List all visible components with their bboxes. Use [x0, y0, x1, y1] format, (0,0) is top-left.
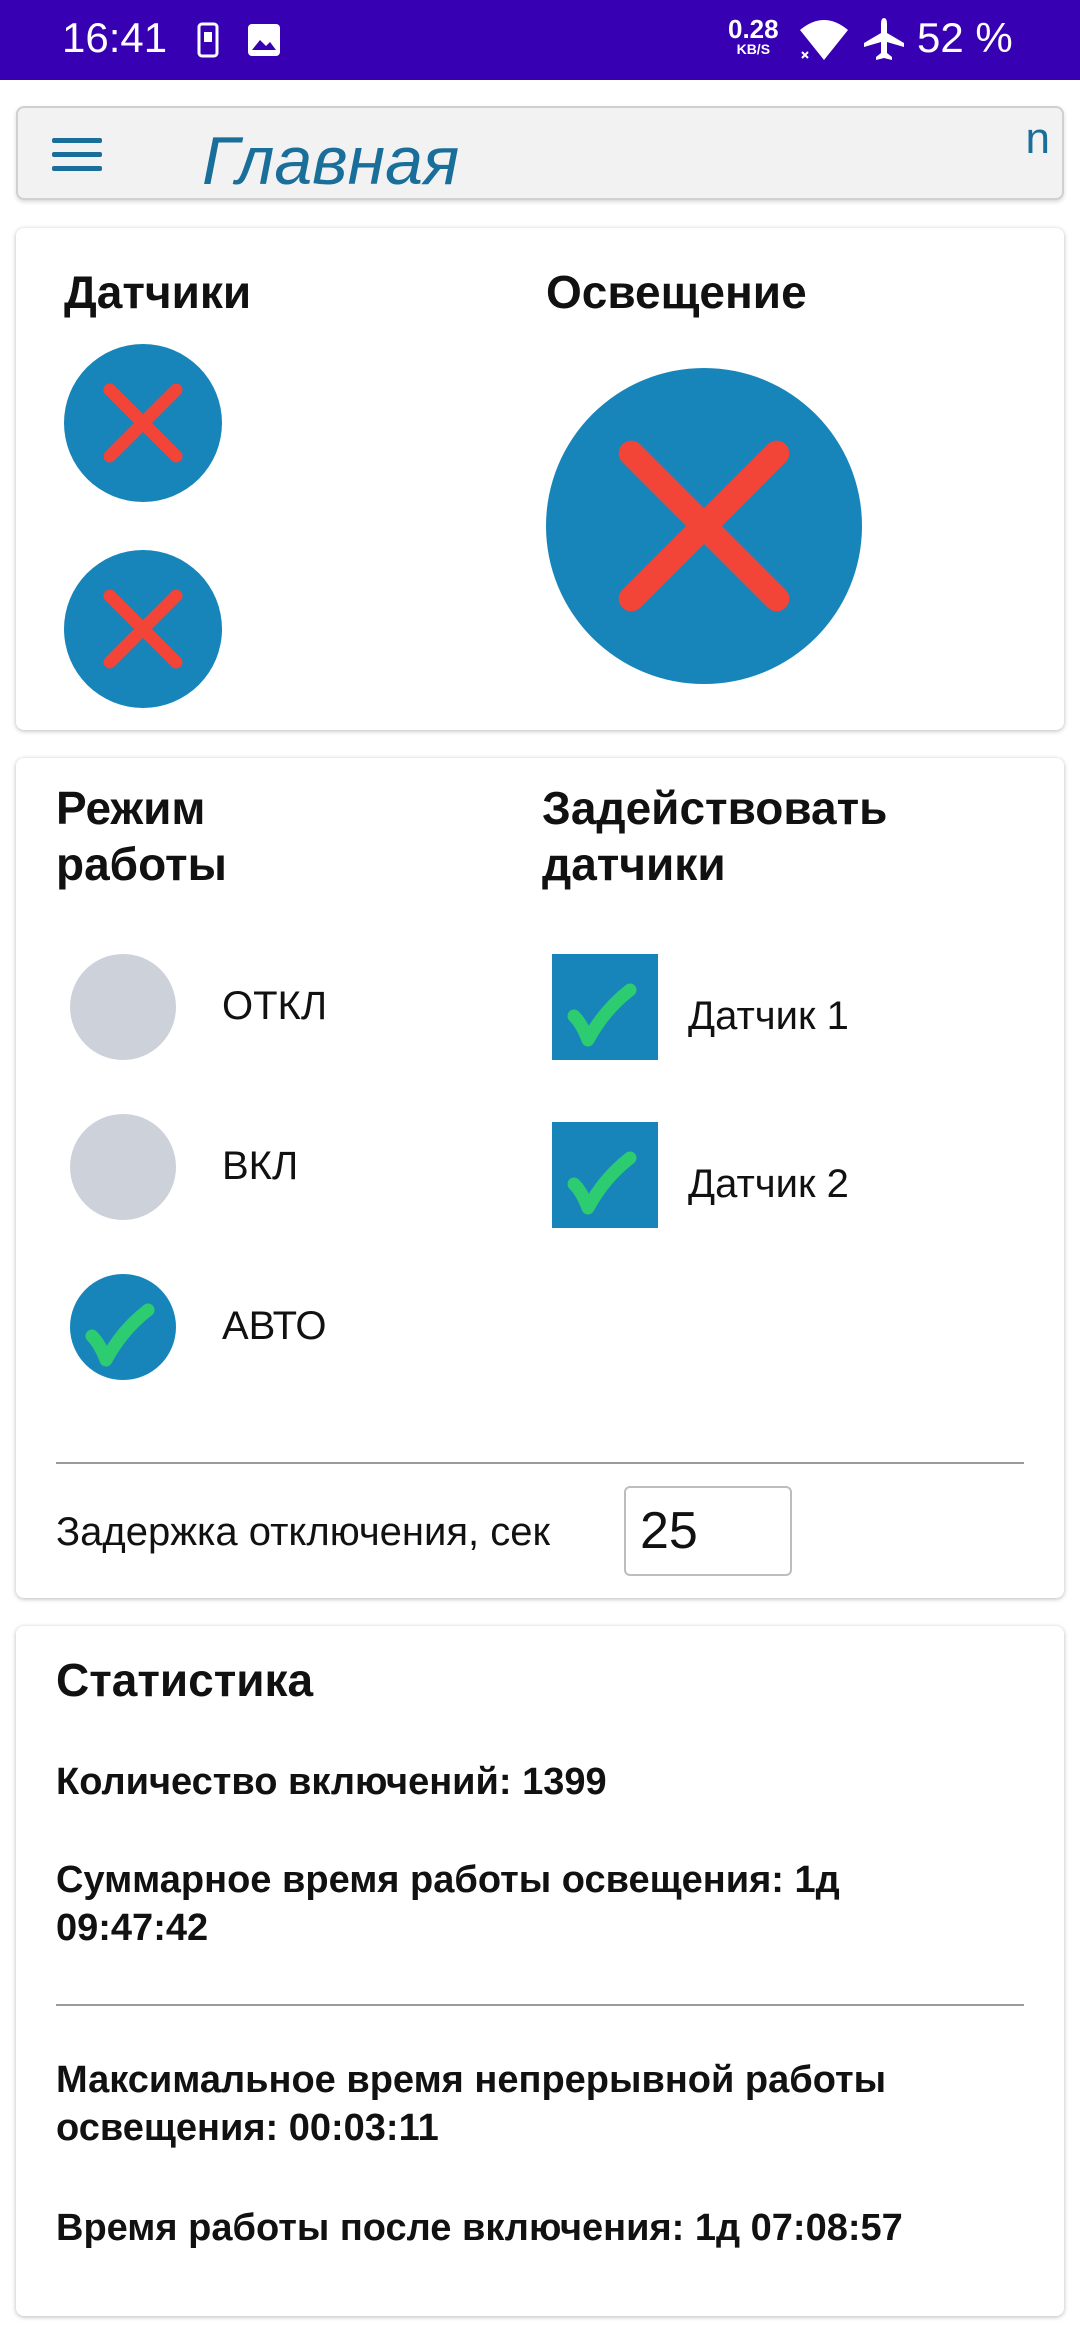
mode-title-line2: работы — [56, 838, 227, 890]
sensor-2-indicator — [64, 550, 222, 708]
lighting-indicator — [546, 368, 862, 684]
mode-title: Режим работы — [56, 780, 227, 892]
delay-input[interactable] — [624, 1486, 792, 1576]
checkmark-icon — [85, 1303, 155, 1367]
battery-percent: 52 % — [917, 14, 1013, 61]
app-bar: Главная n — [16, 106, 1064, 200]
network-speed-value: 0.28 — [728, 14, 779, 44]
sensor-2-label: Датчик 2 — [688, 1162, 849, 1206]
lighting-title: Освещение — [546, 266, 807, 318]
sensor-2-checkbox[interactable] — [552, 1122, 658, 1228]
checkmark-icon — [567, 983, 637, 1047]
phone-vibrate-icon — [196, 22, 220, 63]
wifi-icon — [798, 18, 850, 67]
delay-label: Задержка отключения, сек — [56, 1510, 550, 1554]
cross-icon — [103, 383, 183, 463]
status-bar: 16:41 0.28 KB/S 52 % — [0, 0, 1080, 80]
app-bar-corner-text: n — [1025, 114, 1050, 163]
sensors-title: Датчики — [64, 266, 252, 318]
radio-button[interactable] — [70, 954, 176, 1060]
uptime: Время работы после включения: 1д 07:08:5… — [56, 2207, 903, 2249]
status-time: 16:41 — [62, 14, 168, 61]
radio-button-checked[interactable] — [70, 1274, 176, 1380]
total-lighting-time-line1: Суммарное время работы освещения: 1д — [56, 1859, 840, 1901]
radio-button[interactable] — [70, 1114, 176, 1220]
sensor-1-indicator — [64, 344, 222, 502]
max-continuous-time-line2: освещения: 00:03:11 — [56, 2107, 439, 2149]
cross-icon — [103, 589, 183, 669]
hamburger-menu-icon[interactable] — [52, 138, 102, 174]
sensor-1-checkbox[interactable] — [552, 954, 658, 1060]
radio-label: АВТО — [222, 1304, 327, 1348]
max-continuous-time-line1: Максимальное время непрерывной работы — [56, 2059, 887, 2101]
radio-label: ВКЛ — [222, 1144, 299, 1188]
page-title: Главная — [202, 123, 460, 199]
network-speed-unit: KB/S — [736, 41, 771, 57]
image-icon — [246, 22, 282, 63]
checkmark-icon — [567, 1151, 637, 1215]
indicators-card: Датчики Освещение — [16, 228, 1064, 730]
statistics-title: Статистика — [56, 1654, 314, 1706]
network-speed: 0.28 KB/S — [728, 16, 779, 56]
sensor-1-label: Датчик 1 — [688, 994, 849, 1038]
total-lighting-time: Суммарное время работы освещения: 1д 09:… — [56, 1856, 1036, 1952]
sensors-use-title-line1: Задействовать — [542, 782, 888, 834]
sensors-use-title: Задействовать датчики — [542, 780, 887, 892]
divider — [56, 2004, 1024, 2006]
max-continuous-time: Максимальное время непрерывной работы ос… — [56, 2056, 1036, 2152]
airplane-mode-icon — [862, 16, 906, 67]
statistics-card: Статистика Количество включений: 1399 Су… — [16, 1626, 1064, 2316]
sensors-use-title-line2: датчики — [542, 838, 726, 890]
cross-icon — [618, 440, 790, 612]
switch-on-count: Количество включений: 1399 — [56, 1761, 607, 1803]
mode-title-line1: Режим — [56, 782, 206, 834]
radio-label: ОТКЛ — [222, 984, 328, 1028]
total-lighting-time-line2: 09:47:42 — [56, 1907, 209, 1949]
settings-card: Режим работы Задействовать датчики ОТКЛ … — [16, 758, 1064, 1598]
divider — [56, 1462, 1024, 1464]
